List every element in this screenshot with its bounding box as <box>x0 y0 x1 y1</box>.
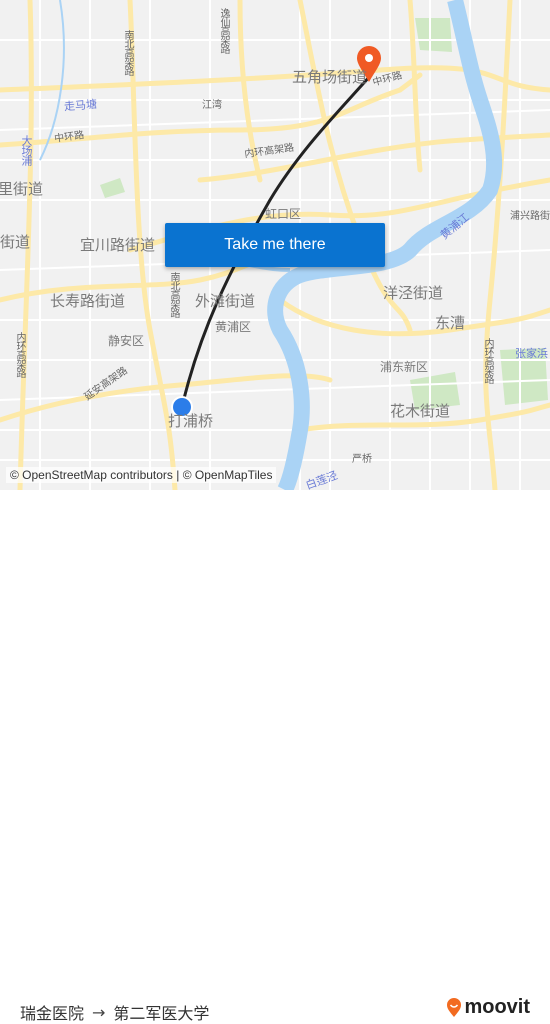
label-zhangjiabang: 张家浜 <box>515 347 548 360</box>
park <box>415 18 452 52</box>
map[interactable]: 五角场街道 中环路 中环路 内环高架路 虹口区 南北高架路 逸仙高架路 走马塘 … <box>0 0 550 490</box>
label-huamu: 花木街道 <box>390 402 451 420</box>
arrow-right-icon: → <box>92 1002 106 1022</box>
moovit-logo[interactable]: moovit <box>446 996 530 1019</box>
label-puxinglu: 浦兴路街 <box>510 211 550 222</box>
label-neihuan-east: 内环高架路 <box>482 338 493 383</box>
label-dapuqiao: 打浦桥 <box>168 412 214 430</box>
label-changshou: 长寿路街道 <box>50 292 126 310</box>
map-attribution[interactable]: © OpenStreetMap contributors | © OpenMap… <box>6 467 277 483</box>
take-me-there-button[interactable]: Take me there <box>165 223 385 267</box>
label-nanbei-south: 南北高架路 <box>168 272 179 317</box>
label-jiedao-w: 里街道 <box>0 180 44 198</box>
label-dachangpu: 大场浦 <box>20 135 33 165</box>
moovit-pin-icon <box>447 997 462 1017</box>
label-neihuan-west: 内环高架路 <box>14 332 25 377</box>
label-yixian: 逸仙高架路 <box>218 8 229 53</box>
label-jingan: 静安区 <box>108 334 145 348</box>
label-wujiaochang: 五角场街道 <box>292 68 368 86</box>
label-yichuan: 宜川路街道 <box>80 236 156 254</box>
label-waitan: 外滩街道 <box>195 292 256 310</box>
footer: 瑞金医院 → 第二军医大学 moovit <box>0 490 550 1023</box>
destination-name: 第二军医大学 <box>113 1004 210 1023</box>
route-summary: 瑞金医院 → 第二军医大学 <box>20 1000 209 1024</box>
label-jiangwan: 江湾 <box>202 100 222 111</box>
label-dongcao: 东漕 <box>435 314 466 332</box>
label-nanbei-north: 南北高架路 <box>122 30 133 75</box>
moovit-wordmark: moovit <box>464 996 530 1018</box>
origin-name: 瑞金医院 <box>20 1004 85 1023</box>
label-pudong: 浦东新区 <box>380 360 429 374</box>
label-yangjing: 洋泾街道 <box>383 284 444 302</box>
label-huangpu: 黄浦区 <box>215 320 252 334</box>
label-yanqiao: 严桥 <box>352 454 372 465</box>
label-jiedao-w2: 街道 <box>0 233 31 251</box>
park <box>100 178 125 198</box>
label-zoumatang: 走马塘 <box>63 97 98 114</box>
label-hongkou: 虹口区 <box>265 207 302 221</box>
